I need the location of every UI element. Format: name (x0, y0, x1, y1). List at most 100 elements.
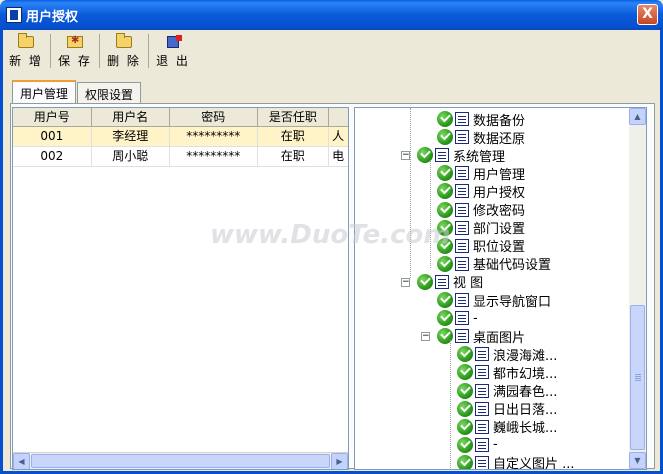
tree-node[interactable]: 用户授权 (437, 182, 526, 201)
checked-icon[interactable] (457, 454, 473, 469)
checked-icon[interactable] (457, 382, 473, 399)
cell-user-name: 李经理 (92, 127, 171, 146)
tree-node[interactable]: - (457, 436, 498, 454)
tree-node[interactable]: - (437, 309, 478, 327)
tree-node-label: 日出日落... (493, 403, 558, 419)
checked-icon[interactable] (457, 346, 473, 363)
document-icon (475, 347, 489, 362)
app-icon (6, 7, 22, 23)
checked-icon[interactable] (457, 364, 473, 381)
vertical-scrollbar[interactable]: ▲ ▼ (629, 108, 646, 469)
horizontal-scrollbar[interactable]: ◀ ▶ (13, 452, 348, 469)
add-button[interactable]: 新 增 (6, 33, 46, 69)
column-header-employed[interactable]: 是否任职 (258, 108, 330, 126)
tree-node-label: 都市幻境... (493, 366, 558, 382)
toolbar: 新 增 保 存 删 除 退 出 (6, 33, 193, 71)
checked-icon[interactable] (437, 111, 453, 127)
scrollbar-thumb[interactable] (31, 454, 330, 468)
scroll-left-icon[interactable]: ◀ (13, 453, 30, 469)
checked-icon[interactable] (437, 310, 453, 327)
scroll-right-icon[interactable]: ▶ (331, 453, 348, 469)
cell-extra: 电 (332, 149, 345, 163)
checked-icon[interactable] (417, 273, 433, 290)
column-header-password[interactable]: 密码 (170, 108, 258, 126)
tree-node-label: 显示导航窗口 (473, 294, 552, 310)
tree-node[interactable]: 部门设置 (437, 219, 525, 237)
checked-icon[interactable] (437, 292, 453, 308)
close-button[interactable]: X (637, 4, 658, 25)
exit-button[interactable]: 退 出 (153, 33, 193, 69)
document-icon (455, 293, 469, 307)
tree-node-label: 用户管理 (473, 167, 526, 183)
tree-node-label: 桌面图片 (473, 330, 526, 346)
tree-node[interactable]: 显示导航窗口 (437, 291, 552, 310)
tree-node[interactable]: 数据备份 (437, 110, 525, 129)
user-grid: 用户号 用户名 密码 是否任职 001 李经理 ********* 在职 人 0… (12, 107, 349, 470)
document-icon (475, 365, 489, 380)
tab-permission-settings[interactable]: 权限设置 (77, 82, 142, 103)
tree-node[interactable]: 视 图 (417, 273, 483, 291)
tree-node-label: 修改密码 (473, 204, 526, 219)
document-icon (455, 256, 469, 271)
checked-icon[interactable] (437, 237, 453, 254)
tree-node[interactable]: 浪漫海滩... (457, 345, 557, 364)
tree-expander-icon[interactable]: − (421, 332, 430, 342)
tree-node-label: - (473, 310, 478, 326)
tree-guide-line (450, 340, 451, 468)
checked-icon[interactable] (437, 183, 453, 200)
cell-password: ********* (170, 147, 258, 166)
column-header-user-id[interactable]: 用户号 (13, 108, 92, 126)
tree-expander-icon[interactable]: − (401, 277, 410, 287)
tree-node[interactable]: 修改密码 (437, 201, 525, 219)
tree-node[interactable]: 用户管理 (437, 164, 526, 183)
exit-button-label: 退 出 (156, 54, 190, 68)
checked-icon[interactable] (437, 201, 453, 218)
scroll-down-icon[interactable]: ▼ (629, 452, 646, 469)
tree-node[interactable]: 满园春色... (457, 382, 557, 400)
document-icon (475, 437, 489, 452)
tree-node[interactable]: 自定义图片 ... (457, 454, 575, 469)
checked-icon[interactable] (437, 219, 453, 236)
tree-node[interactable]: 基础代码设置 (437, 255, 551, 273)
toolbar-separator (99, 34, 100, 68)
tree-guide-line (410, 108, 411, 278)
tree-expander-icon[interactable]: − (401, 151, 410, 161)
checked-icon[interactable] (437, 165, 453, 182)
add-button-label: 新 增 (9, 54, 43, 68)
tree-node-label: 巍峨长城... (493, 421, 558, 437)
column-header-user-name[interactable]: 用户名 (92, 108, 171, 126)
cell-user-name: 周小聪 (92, 147, 171, 166)
tab-user-management[interactable]: 用户管理 (12, 80, 77, 103)
tree-node[interactable]: 日出日落... (457, 400, 557, 418)
table-row[interactable]: 001 李经理 ********* 在职 人 (13, 127, 348, 147)
document-icon (455, 238, 469, 253)
tab-strip: 用户管理 权限设置 (12, 80, 142, 104)
scrollbar-thumb[interactable] (630, 305, 645, 450)
column-header-extra[interactable] (329, 108, 348, 126)
checked-icon[interactable] (437, 129, 453, 146)
save-button[interactable]: 保 存 (55, 33, 95, 69)
tree-node[interactable]: 都市幻境... (457, 363, 558, 382)
cell-employed: 在职 (258, 147, 330, 166)
tree-node[interactable]: 巍峨长城... (457, 418, 557, 436)
checked-icon[interactable] (437, 255, 453, 272)
permission-tree: 数据备份 数据还原 − 系统管理 用户管理 用户授权 修改密码 部门设置 职位设置 基础代码设置 −… (354, 107, 647, 470)
document-icon (435, 148, 449, 163)
document-icon (455, 184, 469, 199)
tree-node-label: 职位设置 (473, 240, 526, 256)
scroll-up-icon[interactable]: ▲ (629, 108, 646, 125)
document-icon (475, 419, 489, 434)
document-icon (455, 329, 469, 344)
tree-node[interactable]: 数据还原 (437, 128, 525, 147)
tree-node-label: 视 图 (453, 276, 484, 292)
checked-icon[interactable] (457, 436, 473, 453)
tree-node-label: 用户授权 (473, 185, 526, 201)
checked-icon[interactable] (457, 418, 473, 435)
tree-node[interactable]: 职位设置 (437, 237, 525, 255)
document-icon (475, 383, 489, 398)
document-icon (455, 202, 469, 217)
checked-icon[interactable] (457, 400, 473, 417)
table-row[interactable]: 002 周小聪 ********* 在职 电 (13, 147, 348, 167)
grip-icon (635, 374, 641, 375)
delete-button[interactable]: 删 除 (104, 33, 144, 69)
